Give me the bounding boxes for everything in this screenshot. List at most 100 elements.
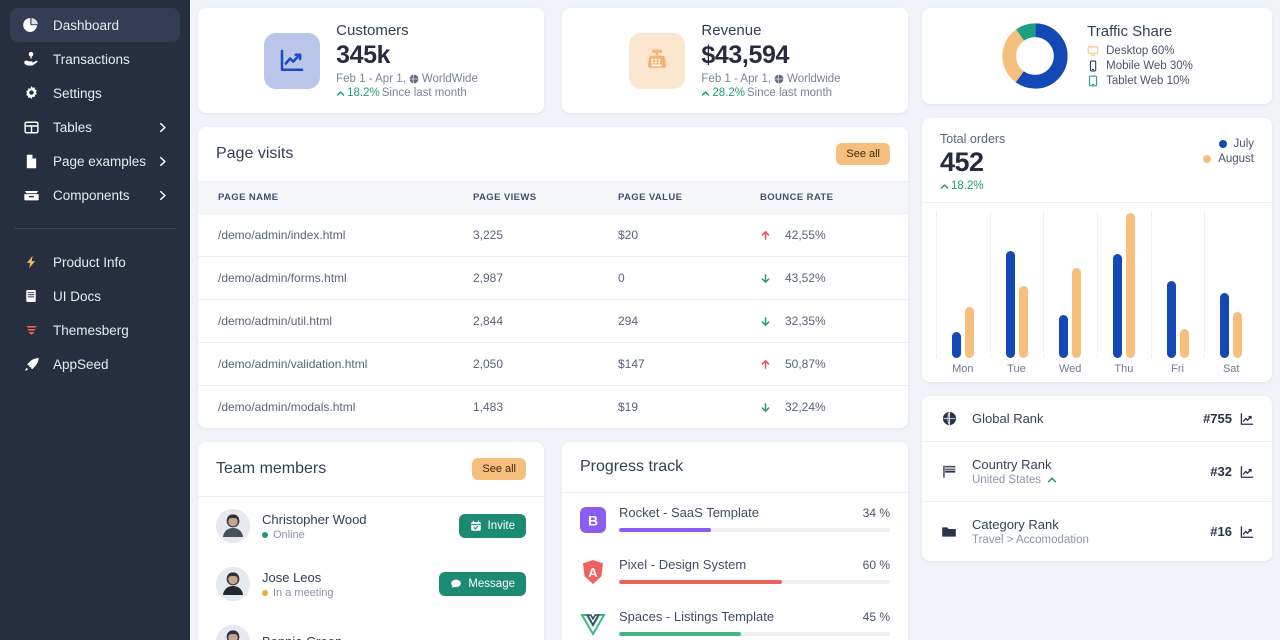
team-member-row[interactable]: Jose Leos In a meeting Message: [198, 555, 544, 613]
page-visits-table: PAGE NAME PAGE VIEWS PAGE VALUE BOUNCE R…: [198, 182, 908, 428]
button-label: Message: [468, 578, 515, 590]
progress-percent: 34 %: [862, 506, 890, 520]
progress-top: Rocket - SaaS Template 34 %: [619, 505, 890, 520]
sidebar-item-label: Themesberg: [53, 322, 129, 338]
table-row[interactable]: /demo/admin/util.html 2,844 294 32,35%: [198, 299, 908, 343]
progress-name: Spaces - Listings Template: [619, 609, 775, 624]
bar-group-tue: [989, 203, 1044, 358]
rank-icon: [940, 411, 958, 426]
traffic-share-card: Traffic Share Desktop 60% Mobile Web 30%…: [922, 8, 1272, 104]
themesberg-icon: [22, 321, 40, 339]
cell-page-views: 2,987: [473, 256, 618, 300]
team-member-info: Jose Leos In a meeting: [262, 570, 427, 599]
sidebar-item-tables[interactable]: Tables: [10, 110, 180, 144]
cell-bounce-rate: 50,87%: [760, 342, 908, 386]
bottom-card-row: Team members See all Christopher Wood On…: [198, 442, 908, 640]
status-label: In a meeting: [273, 586, 334, 599]
sidebar-item-product-info[interactable]: Product Info: [10, 245, 180, 279]
table-row[interactable]: /demo/admin/validation.html 2,050 $147 5…: [198, 342, 908, 386]
see-all-button-page-visits[interactable]: See all: [836, 143, 890, 165]
arrow-up-icon: [761, 359, 770, 369]
caret-up-icon: [1047, 477, 1057, 483]
sidebar-item-themesberg[interactable]: Themesberg: [10, 313, 180, 347]
page-visits-header: Page visits See all: [198, 127, 908, 182]
progress-top: Pixel - Design System 60 %: [619, 557, 890, 572]
rank-title: Category Rank: [972, 517, 1059, 532]
legend-item-tablet: Tablet Web 10%: [1087, 75, 1193, 87]
cell-page-name: /demo/admin/forms.html: [198, 256, 473, 300]
cell-page-name: /demo/admin/validation.html: [198, 342, 473, 386]
sidebar-item-ui-docs[interactable]: UI Docs: [10, 279, 180, 313]
progress-item[interactable]: A Pixel - Design System 60 %: [562, 545, 908, 597]
progress-track-card: Progress track B Rocket - SaaS Template …: [562, 442, 908, 640]
team-member-row[interactable]: Bonnie Green: [198, 613, 544, 640]
message-button[interactable]: Message: [439, 572, 526, 596]
rank-icon: [940, 464, 958, 479]
gridline: [1204, 211, 1206, 358]
rank-value: #755: [1203, 411, 1232, 426]
rank-row[interactable]: Category Rank Travel > Accomodation #16: [922, 501, 1272, 561]
cell-page-name: /demo/admin/modals.html: [218, 400, 356, 414]
page-title: Page visits: [216, 145, 294, 162]
bounce-value: 43,52%: [785, 271, 826, 285]
cash-register-icon: [648, 49, 667, 68]
bar-july: [951, 331, 961, 358]
globe-icon: [774, 74, 784, 84]
legend-label: Desktop 60%: [1106, 44, 1175, 57]
document-icon: [22, 152, 40, 170]
team-members-header: Team members See all: [198, 442, 544, 497]
table-icon: [22, 118, 40, 136]
rank-value-wrap: #32: [1210, 464, 1254, 479]
invite-button[interactable]: Invite: [458, 514, 526, 538]
left-column: Customers 345k Feb 1 - Apr 1, WorldWide …: [198, 8, 908, 640]
see-all-button-team[interactable]: See all: [472, 458, 526, 480]
cell-bounce-rate: 43,52%: [760, 256, 908, 300]
button-label: Invite: [487, 520, 516, 532]
rank-row[interactable]: Country Rank United States #32: [922, 441, 1272, 501]
team-member-row[interactable]: Christopher Wood Online Invite: [198, 497, 544, 555]
gear-icon: [22, 84, 40, 102]
rank-title: Global Rank: [972, 411, 1044, 426]
progress-item[interactable]: B Rocket - SaaS Template 34 %: [562, 493, 908, 545]
rank-value: #32: [1210, 464, 1232, 479]
table-row[interactable]: /demo/admin/modals.html 1,483 $19 32,24%: [198, 386, 908, 429]
bar-group-fri: [1150, 203, 1205, 358]
table-row[interactable]: /demo/admin/index.html 3,225 $20 42,55%: [198, 213, 908, 257]
cell-page-value: $147: [618, 342, 760, 386]
rank-body: Global Rank: [972, 411, 1189, 426]
flag-icon: [942, 465, 955, 478]
orders-chart-legend: July August: [1203, 132, 1254, 192]
rank-row[interactable]: Global Rank #755: [922, 396, 1272, 441]
stat-delta-note: Since last month: [381, 87, 467, 99]
sidebar-item-settings[interactable]: Settings: [10, 76, 180, 110]
x-axis-label: Mon: [952, 363, 974, 375]
x-axis-label: Thu: [1114, 363, 1134, 375]
table-row[interactable]: /demo/admin/forms.html 2,987 0 43,52%: [198, 256, 908, 300]
sidebar-item-appseed[interactable]: AppSeed: [10, 347, 180, 381]
progress-item[interactable]: Spaces - Listings Template 45 %: [562, 597, 908, 640]
legend-label: July: [1233, 138, 1254, 150]
cash-register-icon-box: [629, 32, 686, 89]
stat-value: $43,594: [701, 41, 789, 69]
col-page-name: PAGE NAME: [198, 182, 473, 214]
rank-title: Country Rank: [972, 457, 1052, 472]
status-label: Online: [273, 528, 305, 541]
traffic-title: Traffic Share: [1087, 22, 1173, 40]
sidebar-item-page-examples[interactable]: Page examples: [10, 144, 180, 178]
legend-dot: [1218, 140, 1227, 148]
team-member-info: Christopher Wood Online: [262, 512, 447, 541]
progress-body: Spaces - Listings Template 45 %: [619, 609, 890, 636]
sidebar-item-transactions[interactable]: Transactions: [10, 42, 180, 76]
sidebar-item-dashboard[interactable]: Dashboard: [10, 8, 180, 42]
stat-period-text: Feb 1 - Apr 1,: [336, 73, 406, 85]
bar-group-sat: [1204, 203, 1258, 358]
total-orders-header: Total orders 452 18.2% July August: [922, 118, 1272, 202]
stat-scope: Worldwide: [787, 73, 841, 85]
rank-subtitle: Travel > Accomodation: [972, 534, 1196, 546]
bounce-value: 42,55%: [785, 228, 826, 242]
stat-value: 345k: [336, 41, 391, 69]
sidebar-item-components[interactable]: Components: [10, 178, 180, 212]
rank-value-wrap: #755: [1203, 411, 1254, 426]
team-member-name: Bonnie Green: [262, 634, 489, 640]
bounce-value: 50,87%: [785, 357, 826, 371]
